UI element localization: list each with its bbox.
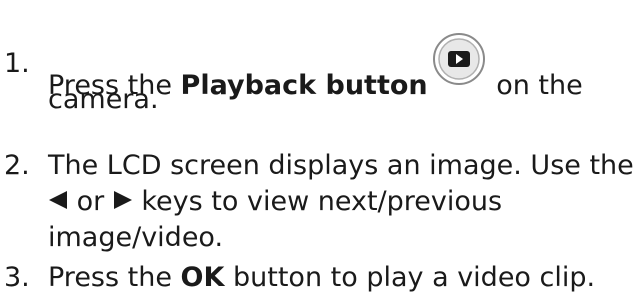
ok-button-label: OK: [180, 262, 225, 293]
step-1: 1. Press the Playback button on the came…: [4, 33, 634, 126]
playback-button-icon: [432, 32, 486, 86]
step-text: Press the Playback button on the camera.: [48, 33, 634, 118]
step-text-line1: The LCD screen displays an image. Use th…: [48, 150, 634, 181]
step-text-line2-suffix: keys to view next/previous: [132, 186, 503, 217]
right-triangle-icon: [113, 190, 133, 210]
playback-button-label: Playback button: [180, 70, 428, 101]
or-text: or: [68, 186, 113, 217]
step-3: 3. Press the OK button to play a video c…: [4, 260, 634, 300]
step-2: 2. The LCD screen displays an image. Use…: [4, 148, 634, 258]
step-number: 1.: [4, 48, 30, 79]
step-text-line3: image/video.: [48, 222, 224, 253]
step-number: 2.: [4, 150, 30, 181]
step-text: The LCD screen displays an image. Use th…: [48, 148, 634, 256]
step-text-prefix: Press the: [48, 262, 181, 293]
step-text-suffix: button to play a video clip.: [224, 262, 596, 293]
step-text-suffix: on the: [487, 70, 583, 101]
left-triangle-icon: [48, 190, 68, 210]
